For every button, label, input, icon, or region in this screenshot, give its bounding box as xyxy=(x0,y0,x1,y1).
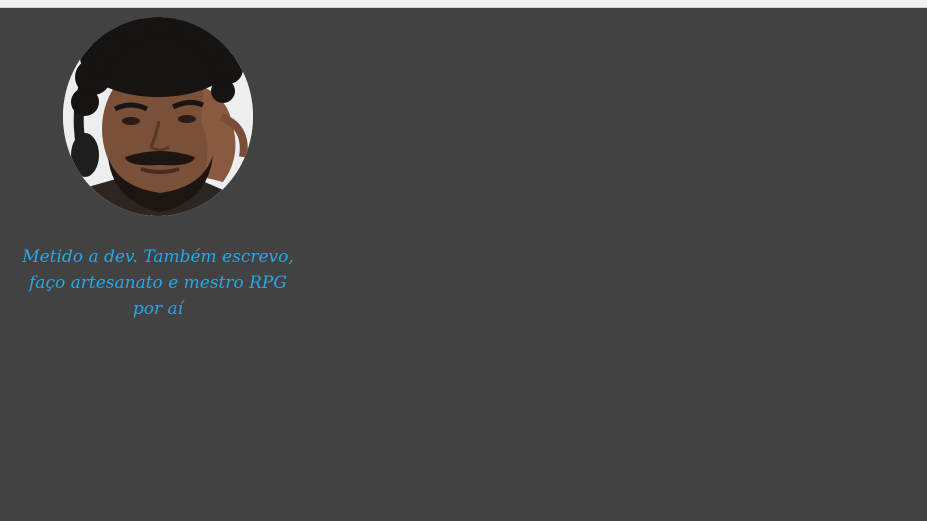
avatar xyxy=(63,17,253,216)
profile-photo xyxy=(63,17,253,216)
profile-bio: Metido a dev. Também escrevo, faço artes… xyxy=(22,247,294,319)
page-body: Metido a dev. Também escrevo, faço artes… xyxy=(0,9,927,521)
browser-top-bar xyxy=(0,0,927,8)
